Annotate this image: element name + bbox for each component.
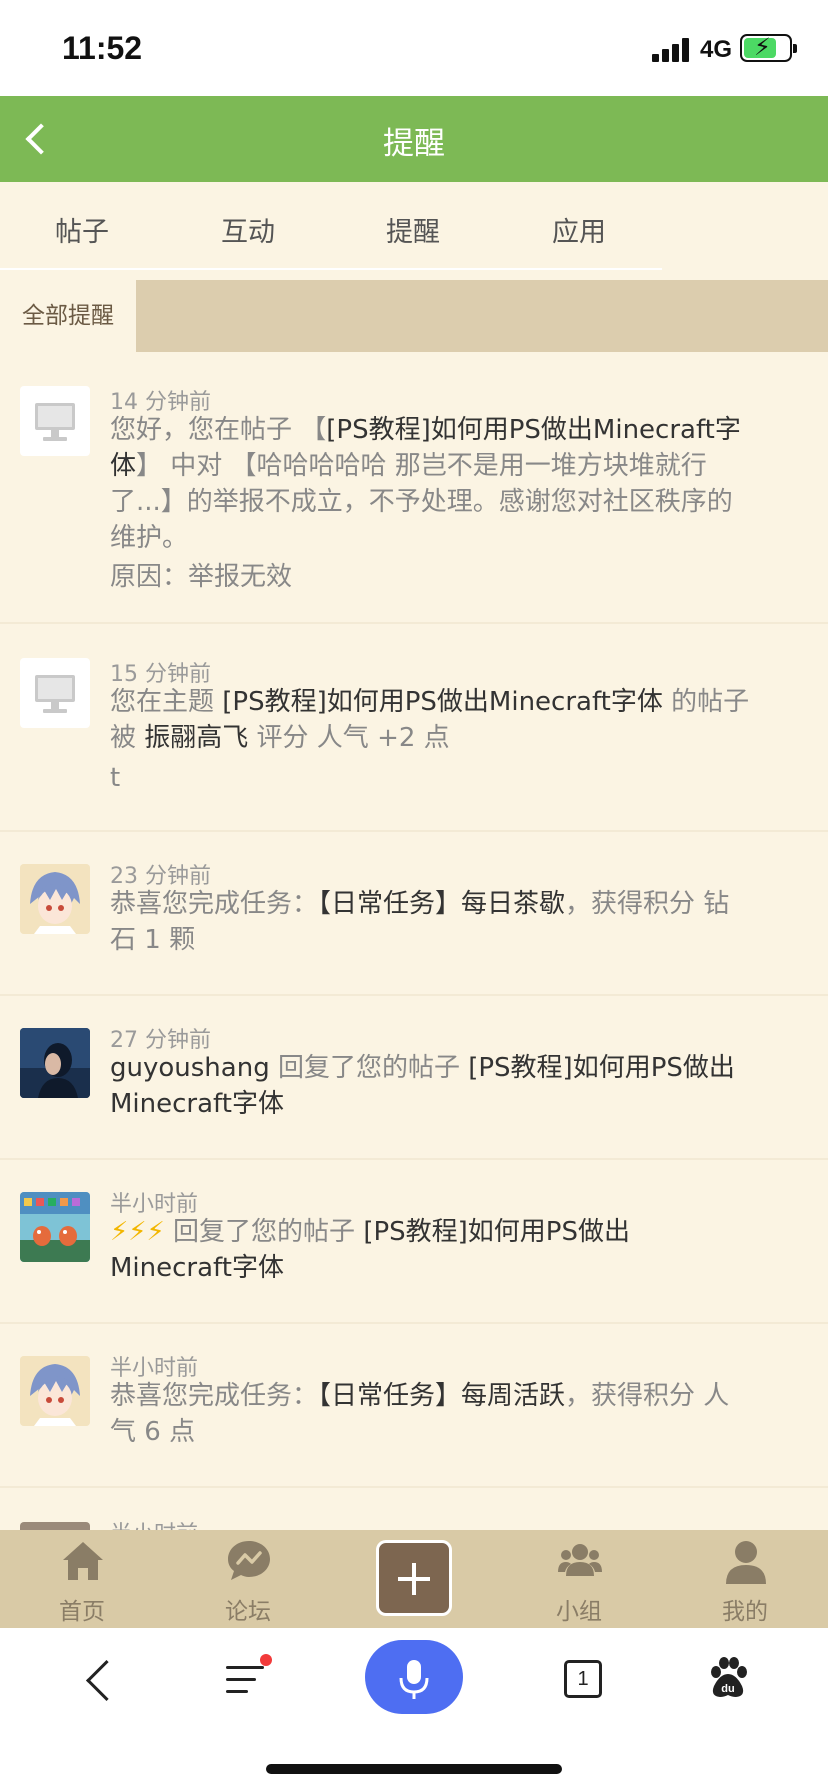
nav-profile[interactable]: 我的 <box>685 1530 805 1628</box>
message-text: 回复了您的帖子 <box>164 1217 364 1247</box>
battery-icon: ⚡ <box>740 33 797 62</box>
notification-reason: 原因：举报无效 <box>110 562 293 592</box>
nav-label: 论坛 <box>225 1599 271 1625</box>
post-link[interactable]: [PS教程]如何用PS做出 <box>468 1053 735 1083</box>
nav-groups[interactable]: 小组 <box>519 1530 639 1628</box>
post-link[interactable]: Minecraft字体 <box>110 1086 806 1122</box>
home-indicator <box>266 1764 562 1774</box>
message-text: 维护。 <box>110 523 189 553</box>
nav-label: 首页 <box>59 1599 105 1625</box>
signal-icon <box>652 38 692 62</box>
post-link[interactable]: [PS教程]如何用PS做出 <box>363 1217 630 1247</box>
message-text: 】 中对 【哈哈哈哈哈 那岂不是用一堆方块堆就行 <box>136 451 707 481</box>
list-item[interactable]: 27 分钟前 guyoushang 回复了您的帖子 [PS教程]如何用PS做出 … <box>0 996 828 1160</box>
group-icon <box>558 1544 602 1576</box>
user-link[interactable]: guyoushang <box>110 1053 270 1083</box>
notification-message: 恭喜您完成任务：【日常任务】每日茶歇，获得积分 钻 石 1 颗 <box>110 886 806 958</box>
profile-icon <box>726 1541 766 1584</box>
user-avatar[interactable] <box>20 1028 90 1098</box>
anime-avatar-icon <box>20 864 90 934</box>
message-text: ，获得积分 人 <box>565 1381 730 1411</box>
dark-portrait-avatar-icon <box>20 1028 90 1098</box>
new-post-button[interactable] <box>376 1540 452 1616</box>
message-text: ，获得积分 钻 <box>565 889 730 919</box>
notification-time: 半小时前 <box>110 1516 198 1530</box>
tab-bar: 帖子 互动 提醒 应用 <box>0 182 828 270</box>
message-text: 石 1 颗 <box>110 925 196 955</box>
subtab-bar: 全部提醒 <box>0 280 828 352</box>
nav-label: 我的 <box>722 1599 768 1625</box>
notification-dot <box>260 1654 272 1666</box>
message-text: 气 6 点 <box>110 1417 196 1447</box>
tab-interaction[interactable]: 互动 <box>188 210 308 249</box>
message-text: 了...】的举报不成立，不予处理。感谢您对社区秩序的 <box>110 487 733 517</box>
browser-tabs-button[interactable]: 1 <box>564 1660 602 1698</box>
page-title: 提醒 <box>383 126 445 162</box>
notification-message: 您在主题 [PS教程]如何用PS做出Minecraft字体 的帖子 被 振翮高飞… <box>110 684 806 796</box>
list-item[interactable]: 半小时前 恭喜您完成任务：【日常任务】每周活跃，获得积分 人 气 6 点 <box>0 1324 828 1488</box>
message-text: 评分 人气 +2 点 <box>248 723 450 753</box>
list-item[interactable]: 半小时前 ⚡⚡⚡ 回复了您的帖子 [PS教程]如何用PS做出 Minecraft… <box>0 1160 828 1324</box>
list-item[interactable]: 半小时前 <box>0 1488 828 1530</box>
notification-list: 14 分钟前 您好，您在帖子 【[PS教程]如何用PS做出Minecraft字 … <box>0 352 828 1530</box>
voice-search-button[interactable] <box>365 1640 463 1714</box>
system-avatar <box>20 658 90 728</box>
user-link[interactable]: 振翮高飞 <box>144 723 248 753</box>
notification-message: ⚡⚡⚡ 回复了您的帖子 [PS教程]如何用PS做出 Minecraft字体 <box>110 1214 806 1286</box>
message-text: 恭喜您完成任务： <box>110 889 319 919</box>
task-link[interactable]: 【日常任务】每周活跃 <box>318 1381 565 1411</box>
notification-message: 您好，您在帖子 【[PS教程]如何用PS做出Minecraft字 体】 中对 【… <box>110 412 806 556</box>
user-link[interactable]: ⚡⚡⚡ <box>110 1217 165 1247</box>
user-avatar[interactable] <box>20 1356 90 1426</box>
message-text: t <box>110 763 121 793</box>
user-avatar[interactable] <box>20 864 90 934</box>
user-avatar[interactable] <box>20 1522 90 1530</box>
notification-message: guyoushang 回复了您的帖子 [PS教程]如何用PS做出 Minecra… <box>110 1050 806 1122</box>
microphone-icon <box>399 1660 429 1699</box>
nav-forum[interactable]: 论坛 <box>188 1530 308 1628</box>
tab-apps[interactable]: 应用 <box>519 210 639 249</box>
list-item[interactable]: 23 分钟前 恭喜您完成任务：【日常任务】每日茶歇，获得积分 钻 石 1 颗 <box>0 832 828 996</box>
bottom-nav: 首页 论坛 小组 我的 <box>0 1530 828 1628</box>
baidu-paw-icon[interactable]: du <box>708 1656 748 1700</box>
tab-posts[interactable]: 帖子 <box>22 210 142 249</box>
tab-reminders[interactable]: 提醒 <box>353 210 473 249</box>
task-link[interactable]: 【日常任务】每日茶歇 <box>318 889 565 919</box>
post-link[interactable]: [PS教程]如何用PS做出Minecraft字 <box>326 415 741 445</box>
tab-divider <box>0 268 662 270</box>
cartoon-avatar-icon <box>20 1192 90 1262</box>
message-text: 的帖子 <box>662 687 750 717</box>
message-text: 恭喜您完成任务： <box>110 1381 319 1411</box>
user-avatar[interactable] <box>20 1192 90 1262</box>
message-text: 您在主题 <box>110 687 223 717</box>
monitor-icon <box>35 675 75 713</box>
post-link[interactable]: [PS教程]如何用PS做出Minecraft字体 <box>222 687 663 717</box>
nav-home[interactable]: 首页 <box>22 1530 142 1628</box>
anime-avatar-icon <box>20 1356 90 1426</box>
list-item[interactable]: 15 分钟前 您在主题 [PS教程]如何用PS做出Minecraft字体 的帖子… <box>0 624 828 832</box>
system-avatar <box>20 386 90 456</box>
browser-menu-button[interactable] <box>226 1654 272 1698</box>
network-type: 4G <box>700 36 733 63</box>
monitor-icon <box>35 403 75 441</box>
forum-icon <box>228 1541 270 1580</box>
message-text: 回复了您的帖子 <box>269 1053 469 1083</box>
message-text: 被 <box>110 723 145 753</box>
status-time: 11:52 <box>62 30 143 66</box>
header-bar: 提醒 <box>0 96 828 182</box>
post-link[interactable]: 体 <box>110 451 136 481</box>
list-item[interactable]: 14 分钟前 您好，您在帖子 【[PS教程]如何用PS做出Minecraft字 … <box>0 352 828 624</box>
subtab-all-reminders[interactable]: 全部提醒 <box>0 280 136 352</box>
svg-text:du: du <box>721 1683 734 1695</box>
message-text: 您好，您在帖子 【 <box>110 415 327 445</box>
post-link[interactable]: Minecraft字体 <box>110 1250 806 1286</box>
notification-message: 恭喜您完成任务：【日常任务】每周活跃，获得积分 人 气 6 点 <box>110 1378 806 1450</box>
status-bar: 11:52 4G ⚡ <box>0 0 828 96</box>
nav-label: 小组 <box>556 1599 602 1625</box>
browser-back-button[interactable] <box>78 1656 118 1706</box>
home-icon <box>63 1542 103 1580</box>
